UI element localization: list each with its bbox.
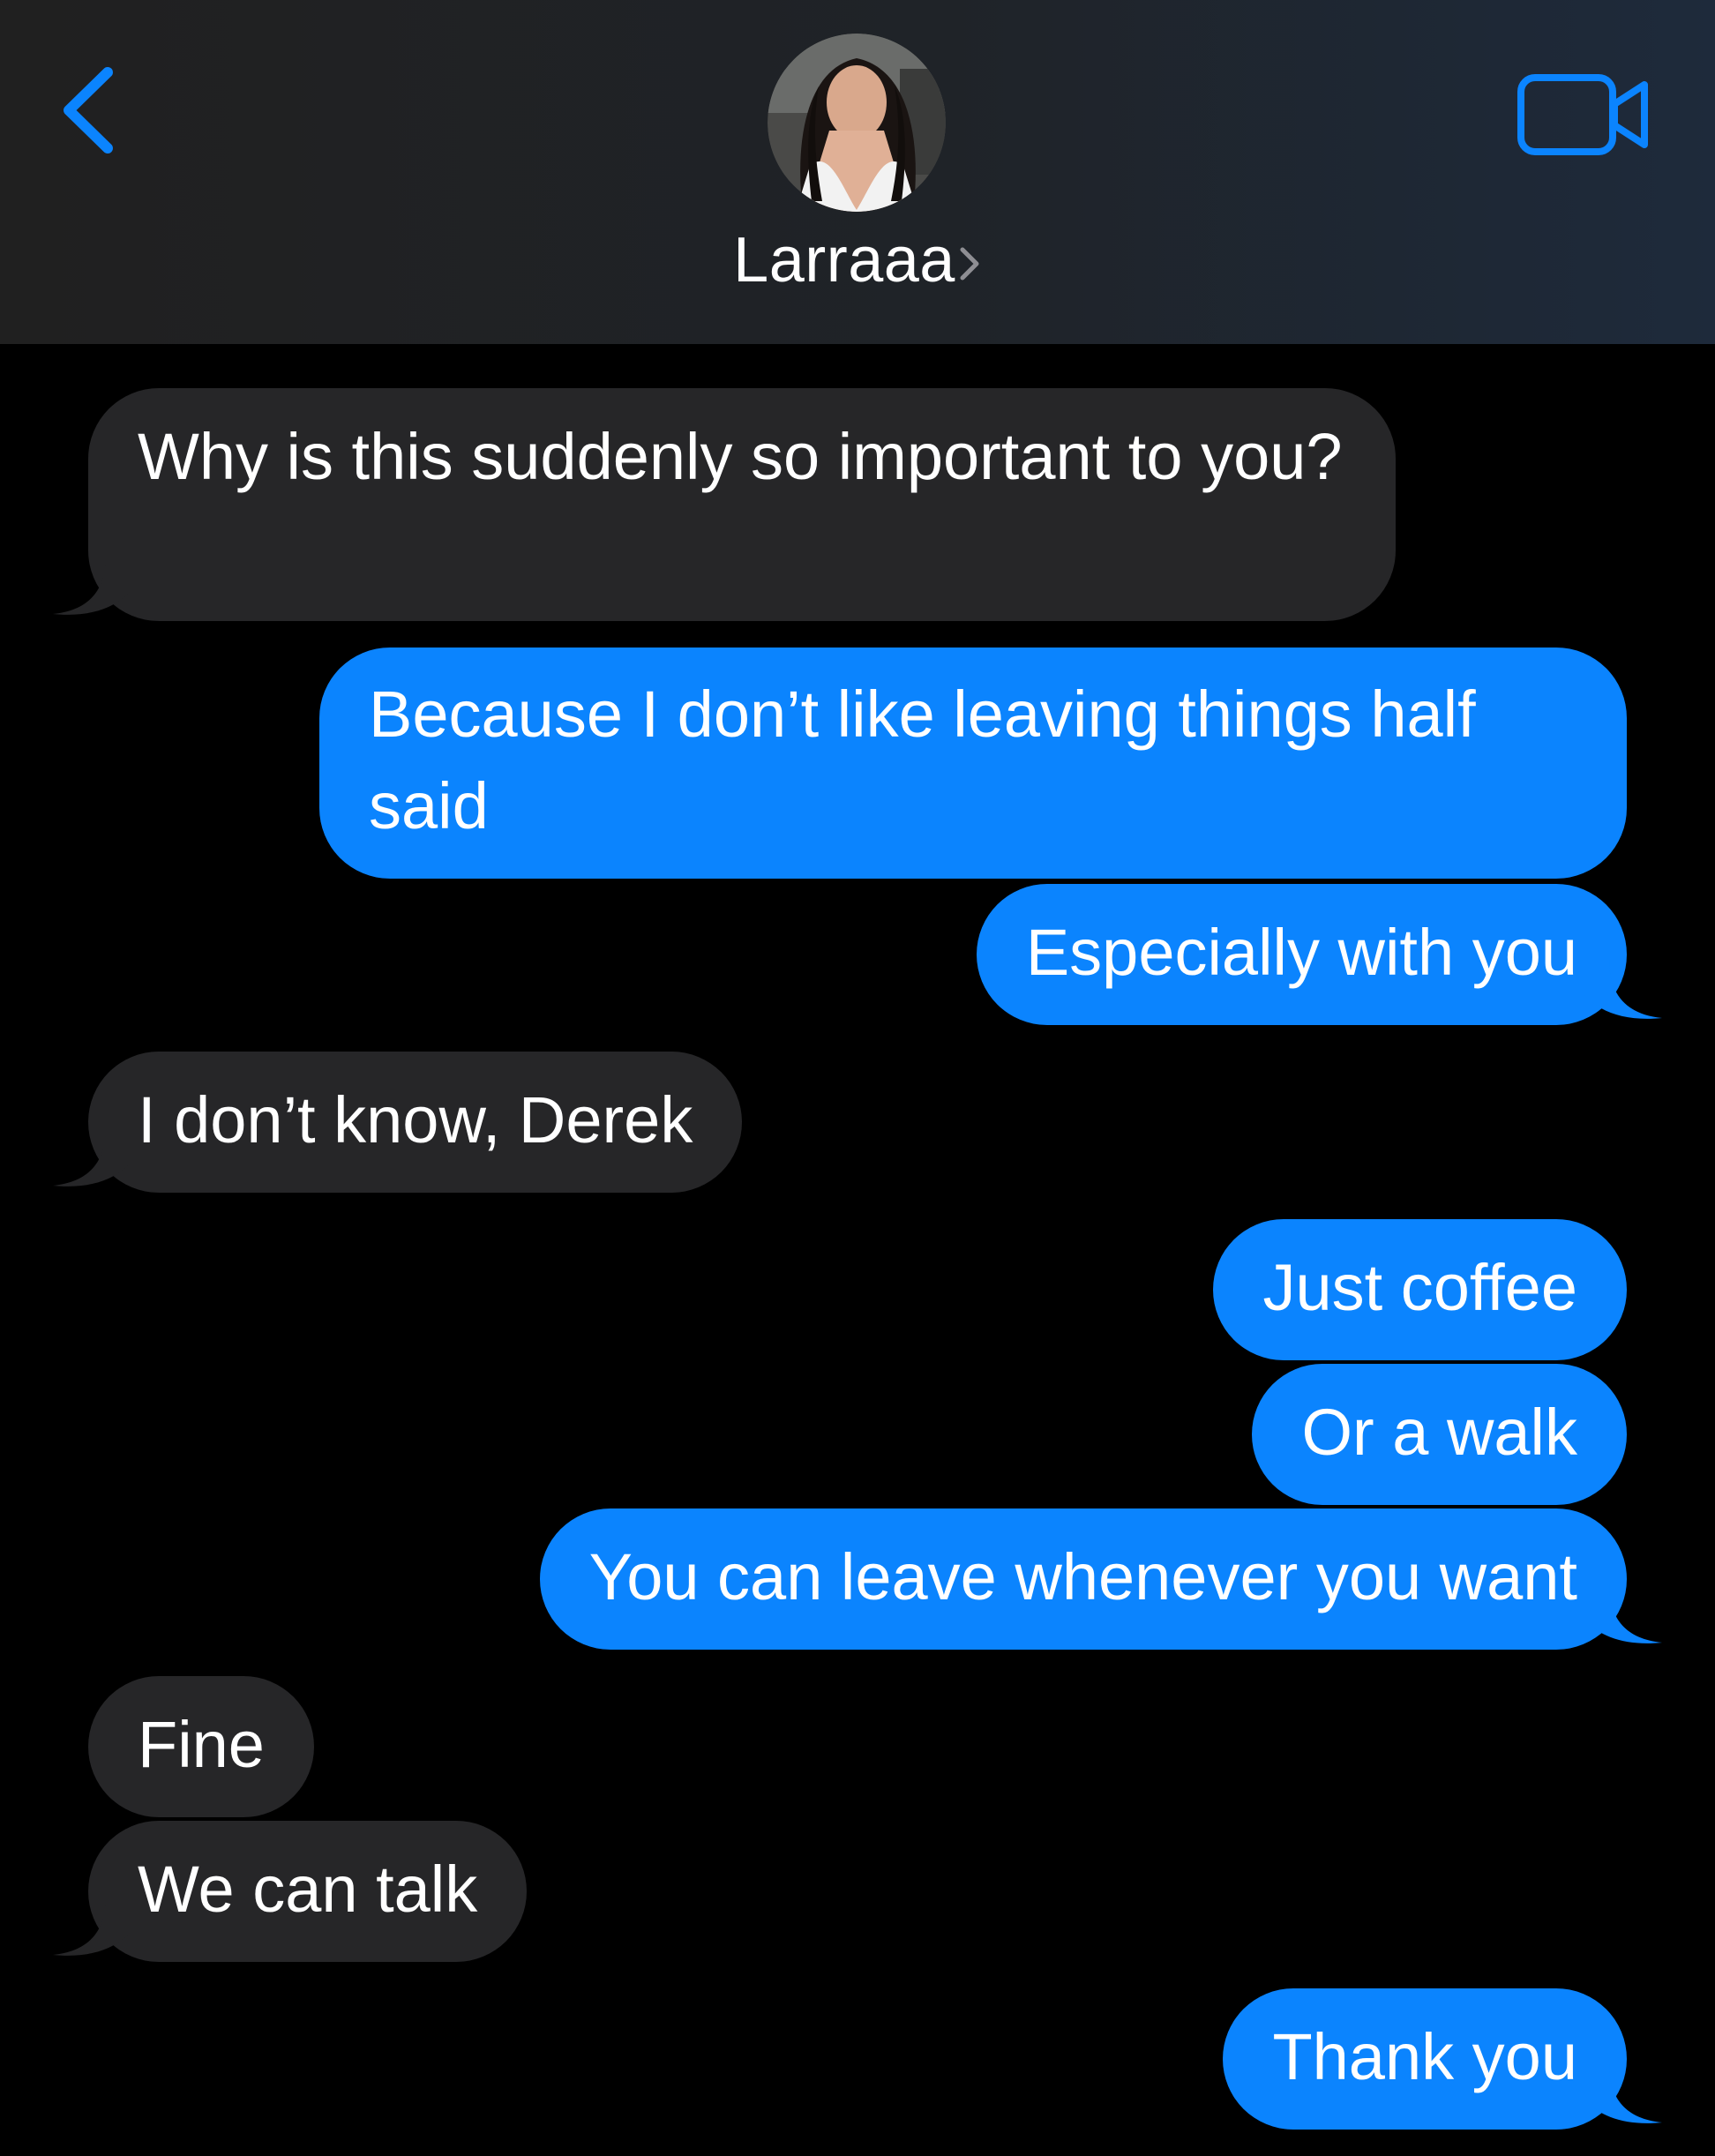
- bubble-tail: [1584, 960, 1662, 1019]
- message-text: Especially with you: [1025, 916, 1577, 989]
- video-camera-icon: [1517, 74, 1648, 155]
- conversation-header: Larraaa: [0, 0, 1715, 344]
- message-text: You can leave whenever you want: [588, 1540, 1577, 1613]
- bubble-tail: [1584, 2064, 1662, 2123]
- avatar-photo: [768, 34, 946, 212]
- video-call-button[interactable]: [1516, 71, 1651, 159]
- message-bubble-sent[interactable]: Because I don’t like leaving things half…: [319, 648, 1627, 879]
- bubble-tail: [53, 1127, 131, 1187]
- message-bubble-sent[interactable]: Or a walk: [1252, 1364, 1627, 1505]
- bubble-tail: [1584, 1584, 1662, 1643]
- message-bubble-received[interactable]: Fine: [88, 1676, 314, 1817]
- message-text: Why is this suddenly so important to you…: [138, 420, 1343, 493]
- message-text: Fine: [138, 1708, 265, 1781]
- message-bubble-received[interactable]: Why is this suddenly so important to you…: [88, 388, 1396, 621]
- bubble-tail: [53, 556, 131, 615]
- message-text: Or a walk: [1301, 1396, 1577, 1469]
- message-bubble-received[interactable]: I don’t know, Derek: [88, 1052, 743, 1193]
- message-text: Thank you: [1272, 2020, 1577, 2093]
- message-bubble-sent[interactable]: Just coffee: [1213, 1219, 1627, 1360]
- message-text: We can talk: [138, 1853, 478, 1926]
- message-bubble-sent[interactable]: You can leave whenever you want: [539, 1508, 1627, 1650]
- back-button[interactable]: [55, 62, 125, 159]
- message-bubble-sent[interactable]: Especially with you: [976, 884, 1627, 1025]
- message-text: I don’t know, Derek: [138, 1083, 693, 1157]
- chevron-right-icon: [960, 247, 979, 281]
- bubble-tail: [53, 1897, 131, 1956]
- contact-name-link[interactable]: Larraaa: [0, 221, 1715, 300]
- contact-avatar[interactable]: [768, 34, 946, 212]
- message-bubble-sent[interactable]: Thank you: [1223, 1988, 1627, 2130]
- message-bubble-received[interactable]: We can talk: [88, 1821, 528, 1962]
- contact-name: Larraaa: [733, 225, 955, 296]
- chevron-left-icon: [64, 67, 113, 153]
- message-text: Just coffee: [1262, 1251, 1577, 1324]
- message-text: Because I don’t like leaving things half…: [369, 677, 1476, 842]
